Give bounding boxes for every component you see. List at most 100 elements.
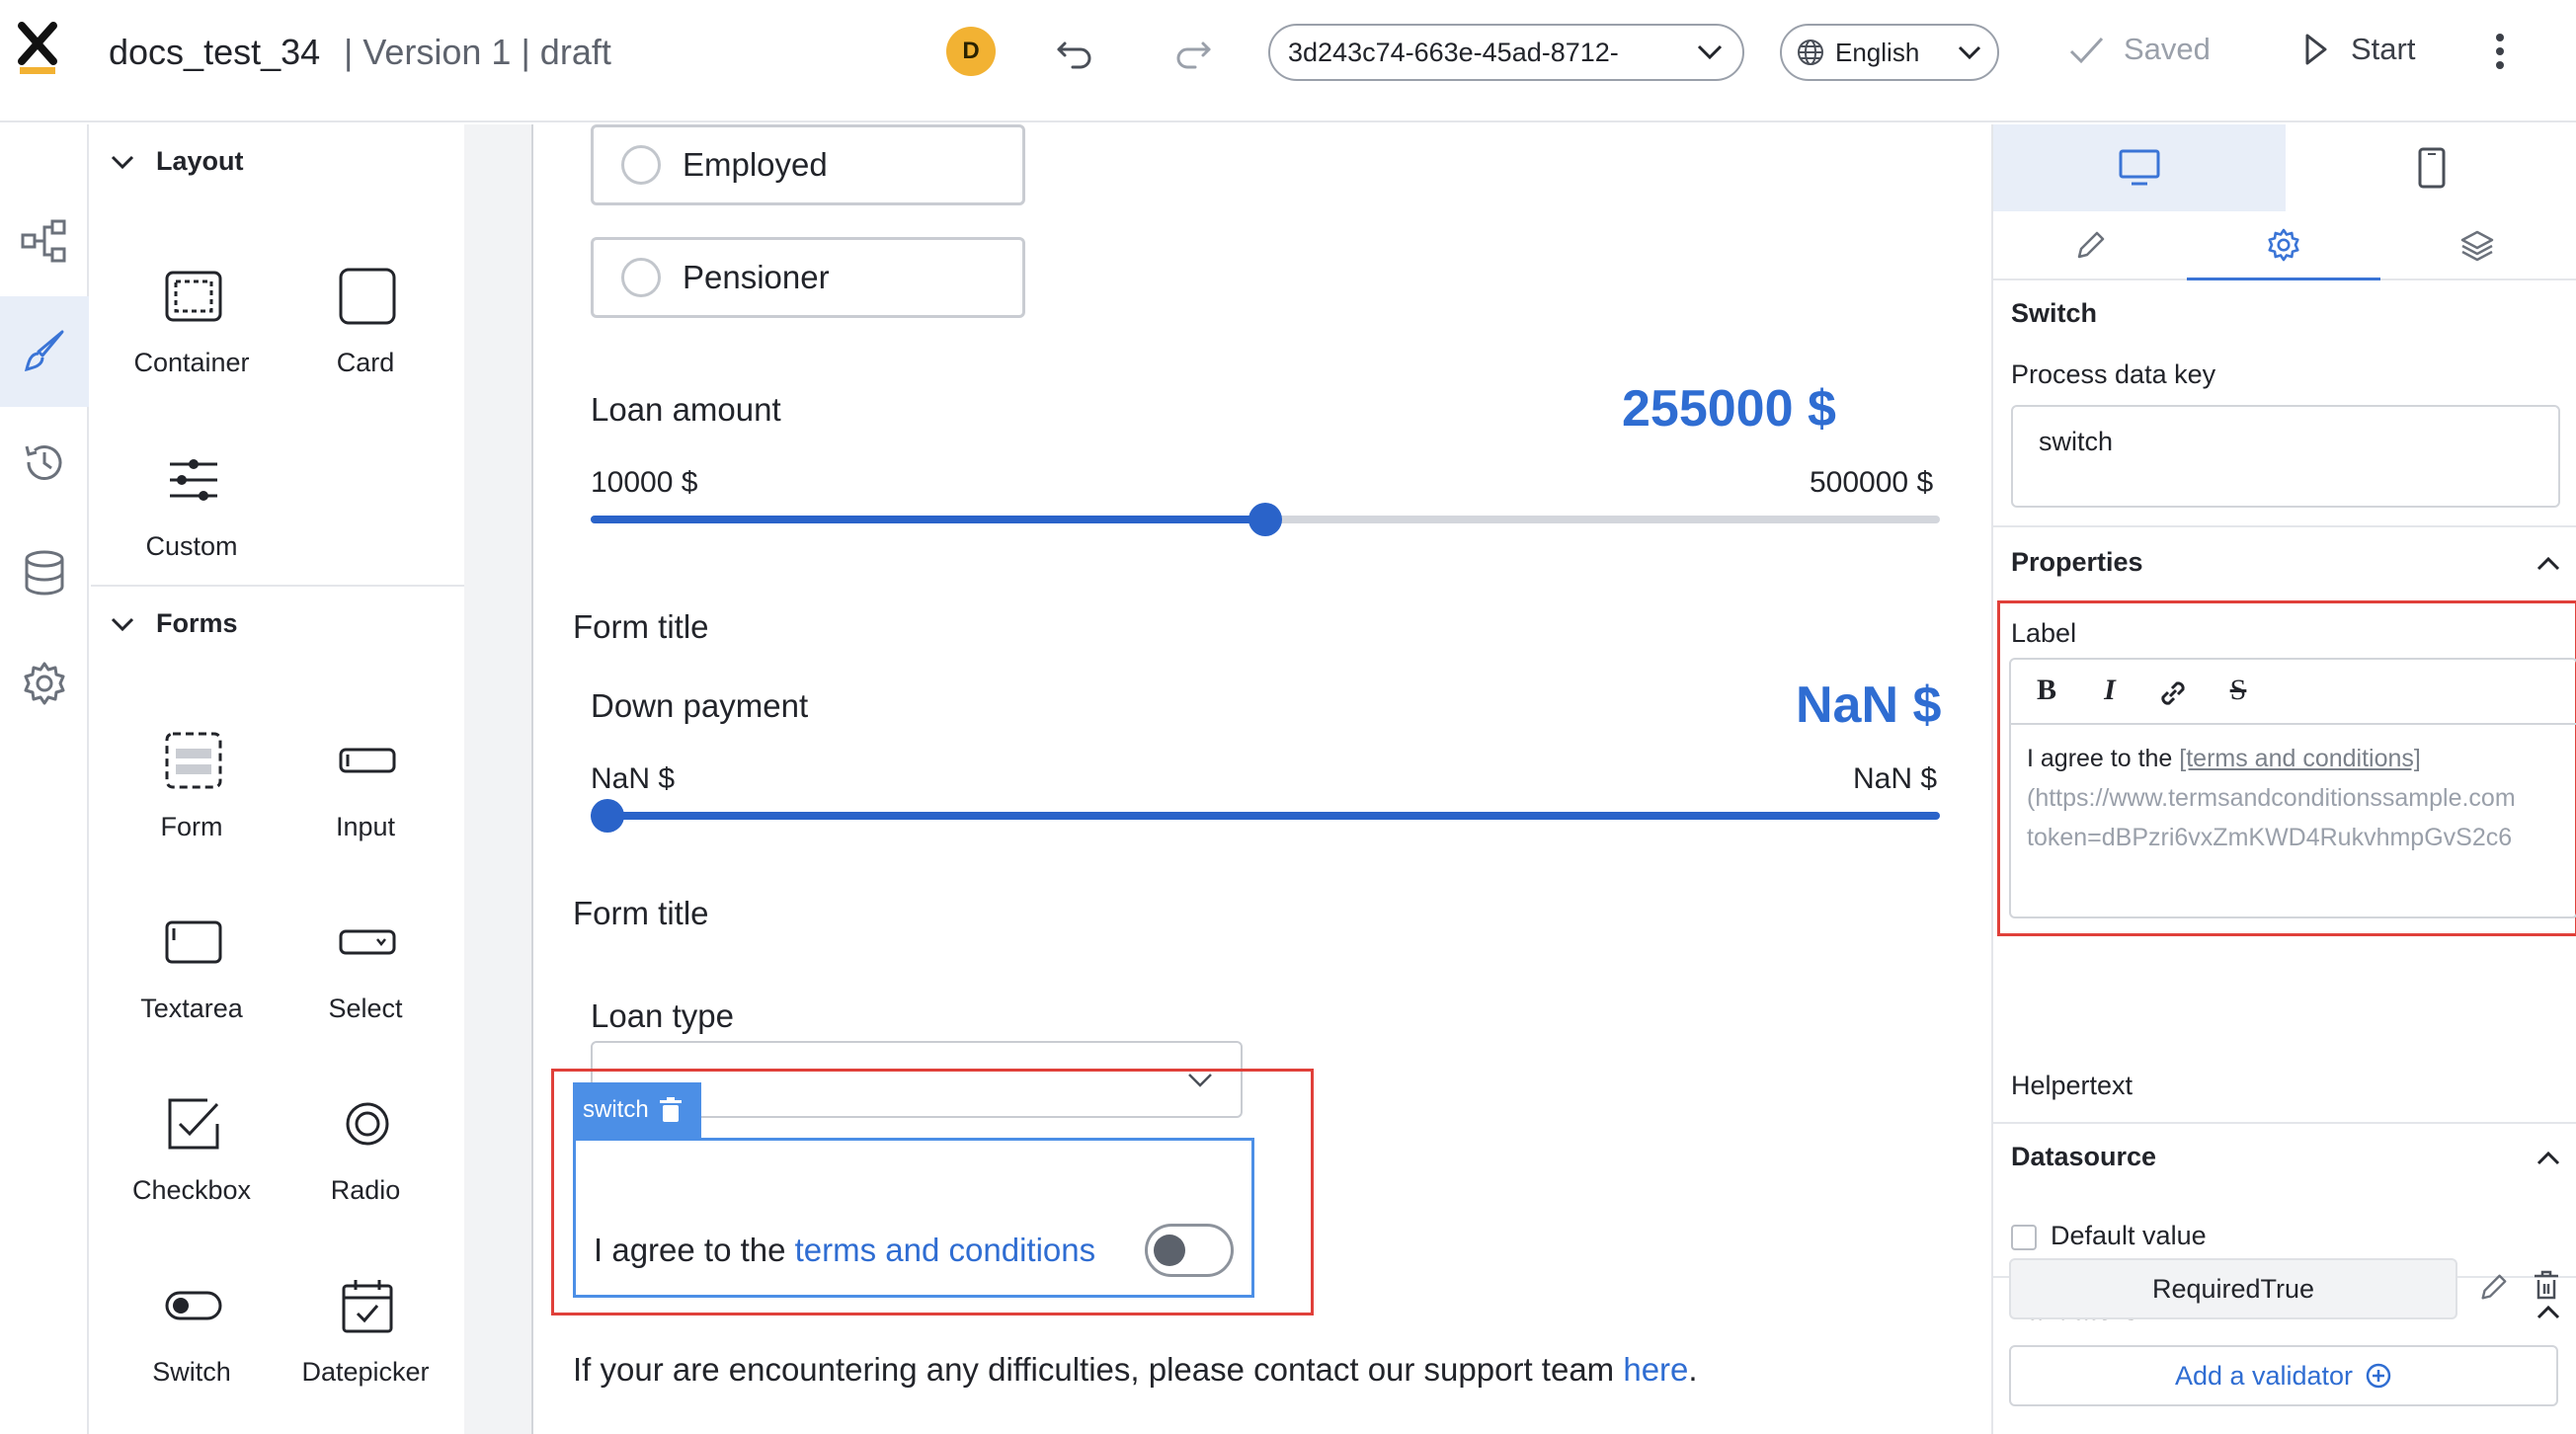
redo-icon[interactable] [1171,30,1215,73]
switch-label: I agree to the terms and conditions [594,1232,1095,1269]
tab-desktop[interactable] [1993,124,2286,211]
chevron-up-icon[interactable] [2535,1148,2562,1167]
tab-mobile[interactable] [2286,124,2576,211]
down-payment-slider-track[interactable] [591,812,1940,820]
chevron-up-icon[interactable] [2535,553,2562,573]
app-logo-icon[interactable] [12,22,63,77]
helpertext-label[interactable]: Helpertext [2011,1071,2133,1101]
strikethrough-button[interactable]: S [2218,674,2258,713]
italic-button[interactable]: I [2090,674,2130,713]
trash-icon[interactable] [2533,1270,2560,1302]
tab-layers[interactable] [2380,211,2574,280]
left-nav-rail [0,124,89,1434]
tab-settings[interactable] [2187,211,2380,280]
palette-item-label: Datepicker [301,1357,430,1387]
device-tabs [1993,124,2576,211]
paintbrush-icon [24,330,64,372]
palette-item-label: Checkbox [131,1175,252,1205]
radio-option-label: Pensioner [683,259,830,295]
down-payment-max: NaN $ [1853,762,1938,795]
palette-item-label: Input [335,812,396,841]
palette-item-input[interactable]: Input [279,731,452,889]
down-payment-slider-thumb[interactable] [591,799,624,833]
component-type-title: Switch [2011,298,2098,328]
rail-item-settings[interactable] [0,628,89,739]
rail-item-process-flow[interactable] [0,186,89,296]
add-validator-label: Add a validator [2174,1360,2354,1391]
palette-item-checkbox[interactable]: Checkbox [105,1094,279,1252]
down-payment-label: Down payment [591,687,809,724]
process-data-key-input[interactable]: switch [2011,405,2560,508]
form-title-2: Form title [573,895,709,931]
switch-component[interactable]: I agree to the terms and conditions [573,1138,1254,1298]
language-value: English [1835,37,1920,67]
add-validator-button[interactable]: Add a validator [2009,1345,2558,1406]
terms-link[interactable]: terms and conditions [795,1232,1096,1268]
palette-item-form[interactable]: Form [105,731,279,889]
forms-section-toggle[interactable]: Forms [109,608,238,639]
palette-divider [91,585,464,587]
gear-icon [2268,228,2299,261]
palette-item-label: Switch [152,1357,231,1387]
component-palette: Layout Container Card Custom Forms Form [91,124,464,1434]
more-options-icon[interactable] [2487,30,2513,73]
section-divider [1993,1122,2576,1124]
loan-amount-min: 10000 $ [591,466,698,499]
undo-icon[interactable] [1053,30,1096,73]
rail-item-ui-designer[interactable] [0,296,89,407]
default-value-checkbox[interactable] [2011,1225,2037,1250]
palette-item-label: Card [336,348,395,377]
validator-chip-label: RequiredTrue [2151,1273,2315,1304]
layout-section-title: Layout [156,146,244,176]
section-divider [1993,525,2576,527]
link-icon[interactable] [2155,676,2191,711]
chevron-up-icon[interactable] [2535,1302,2562,1321]
datasource-section-title[interactable]: Datasource [2011,1142,2156,1172]
rail-item-history[interactable] [0,407,89,518]
label-rich-text-editor[interactable]: B I S I agree to the [terms and conditio… [2009,658,2576,918]
down-payment-min: NaN $ [591,762,676,795]
language-select[interactable]: English [1780,24,1999,81]
datepicker-icon [342,1280,393,1333]
validator-chip[interactable]: RequiredTrue [2009,1258,2457,1319]
radio-option-label: Employed [683,146,828,183]
process-id-select[interactable]: 3d243c74-663e-45ad-8712- [1268,24,1744,81]
properties-section-title[interactable]: Properties [2011,547,2143,578]
rail-item-data-model[interactable] [0,518,89,628]
radio-option-pensioner[interactable]: Pensioner [591,237,1025,318]
label-plain-text: I agree to the [2027,745,2180,772]
palette-item-switch[interactable]: Switch [105,1276,279,1434]
flow-diagram-icon [21,219,66,263]
palette-item-card[interactable]: Card [279,267,452,425]
chevron-down-icon [1958,45,1981,60]
start-button[interactable]: Start [2301,30,2415,69]
loan-amount-slider-thumb[interactable] [1248,503,1282,536]
palette-item-datepicker[interactable]: Datepicker [279,1276,452,1434]
loan-amount-slider-fill [591,516,1265,523]
palette-item-textarea[interactable]: Textarea [105,913,279,1071]
pencil-icon[interactable] [2477,1272,2509,1304]
play-icon [2305,34,2327,65]
bold-button[interactable]: B [2027,674,2066,713]
palette-item-select[interactable]: Select [279,913,452,1071]
custom-icon [170,459,217,501]
radio-icon [346,1102,389,1146]
support-link[interactable]: here [1623,1351,1688,1388]
saved-status: Saved [2066,30,2211,69]
gear-icon [24,662,65,705]
loan-amount-label: Loan amount [591,391,781,428]
component-tag[interactable]: switch [573,1082,701,1138]
select-icon [339,929,396,955]
trash-icon[interactable] [659,1097,683,1123]
tab-edit[interactable] [1993,211,2187,280]
palette-item-radio[interactable]: Radio [279,1094,452,1252]
user-avatar[interactable]: D [946,27,996,76]
desktop-icon [2119,149,2160,186]
process-data-key-label: Process data key [2011,359,2216,389]
palette-item-container[interactable]: Container [105,267,279,425]
radio-option-employed[interactable]: Employed [591,124,1025,205]
document-name[interactable]: docs_test_34 [109,32,320,73]
layout-section-toggle[interactable]: Layout [109,146,244,177]
switch-toggle[interactable] [1145,1224,1234,1277]
editor-toolbar: B I S [2011,660,2576,725]
